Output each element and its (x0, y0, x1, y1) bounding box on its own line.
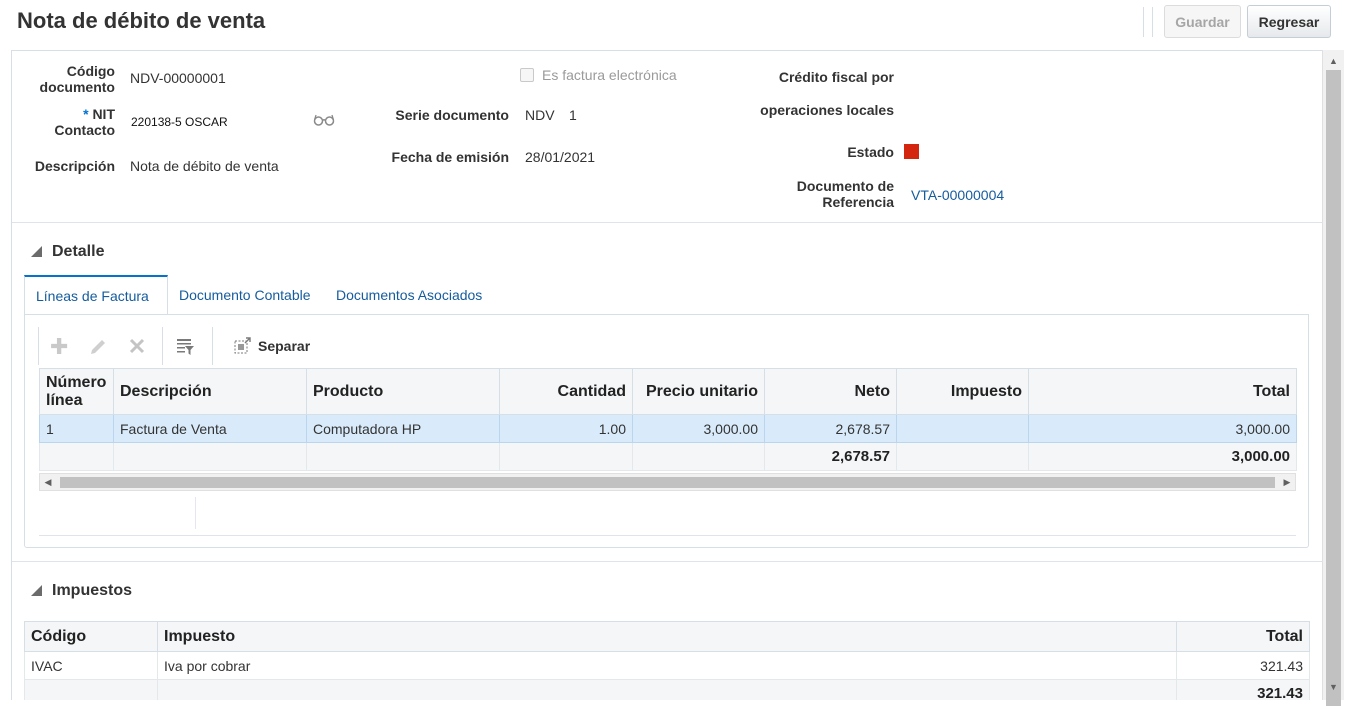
docref-label: Documento de Referencia (796, 178, 894, 210)
serie-label: Serie documento (395, 107, 509, 123)
col-precio-unitario[interactable]: Precio unitario (632, 368, 765, 415)
estado-label: Estado (847, 144, 894, 160)
back-button[interactable]: Regresar (1247, 5, 1331, 38)
col-producto[interactable]: Producto (306, 368, 500, 415)
toolbar-divider (212, 327, 213, 365)
descripcion-label: Descripción (34, 158, 115, 174)
separar-button[interactable]: Separar (258, 338, 310, 354)
impuestos-total: 321.43 (1176, 679, 1310, 700)
total-neto: 2,678.57 (764, 442, 897, 471)
impuestos-title: Impuestos (52, 582, 133, 599)
cell-descripcion: Factura de Venta (113, 414, 307, 443)
scroll-thumb[interactable] (60, 477, 1275, 488)
totals-row: 321.43 (24, 679, 1310, 700)
scroll-thumb[interactable] (1326, 70, 1341, 706)
header-divider (1152, 7, 1153, 37)
toolbar-divider (162, 327, 163, 365)
cell-codigo: IVAC (24, 651, 158, 680)
col-total[interactable]: Total (1028, 368, 1297, 415)
codigo-value: NDV-00000001 (130, 70, 226, 86)
table-row[interactable]: IVAC Iva por cobrar 321.43 (24, 651, 1310, 680)
credito-label-line1: Crédito fiscal por (778, 69, 894, 85)
docref-link[interactable]: VTA-00000004 (911, 187, 1004, 203)
lineas-factura-panel: ✚ Separar Número línea Descripción Produ… (24, 314, 1309, 548)
detalle-title: Detalle (52, 243, 105, 260)
cell-cantidad: 1.00 (499, 414, 633, 443)
col-numero-linea[interactable]: Número línea (39, 368, 114, 415)
col-impuesto[interactable]: Impuesto (896, 368, 1029, 415)
tab-documentos-asociados[interactable]: Documentos Asociados (325, 275, 493, 315)
toolbar-divider (38, 327, 39, 365)
section-divider (12, 561, 1322, 562)
serie-number: 1 (569, 107, 577, 123)
factura-electronica-checkbox[interactable] (520, 68, 534, 82)
required-marker: * (83, 106, 89, 122)
plus-icon[interactable]: ✚ (50, 336, 68, 358)
nit-value[interactable]: 220138-5 OSCAR (131, 114, 228, 130)
main-panel: Código documento NDV-00000001 * NIT Cont… (11, 50, 1322, 700)
collapse-triangle-icon[interactable] (31, 585, 42, 596)
serie-value: NDV (525, 107, 555, 123)
credito-label-line2: operaciones locales (760, 102, 894, 118)
cell-precio: 3,000.00 (632, 414, 765, 443)
total-total: 3,000.00 (1028, 442, 1297, 471)
cell-impuesto: Iva por cobrar (157, 651, 1177, 680)
impuestos-section-header[interactable]: Impuestos (31, 582, 132, 600)
cell-total: 321.43 (1176, 651, 1310, 680)
x-icon[interactable] (128, 337, 146, 358)
horizontal-scrollbar[interactable]: ◀ ▶ (39, 473, 1296, 491)
col-impuesto[interactable]: Impuesto (157, 621, 1177, 652)
nit-label: * NIT Contacto (22, 106, 115, 138)
lineas-table: Número línea Descripción Producto Cantid… (39, 368, 1297, 471)
pencil-icon[interactable] (88, 337, 108, 360)
collapse-triangle-icon[interactable] (31, 246, 42, 257)
scroll-down-icon[interactable]: ▼ (1323, 678, 1344, 696)
page-title: Nota de débito de venta (17, 8, 266, 33)
glasses-icon[interactable] (313, 113, 335, 127)
header-divider (1143, 7, 1144, 37)
scroll-left-icon[interactable]: ◀ (40, 474, 56, 490)
save-button[interactable]: Guardar (1164, 5, 1241, 38)
fecha-label: Fecha de emisión (391, 149, 509, 165)
scroll-right-icon[interactable]: ▶ (1279, 474, 1295, 490)
cell-impuesto (896, 414, 1029, 443)
col-descripcion[interactable]: Descripción (113, 368, 307, 415)
estado-indicator (904, 144, 919, 159)
col-total[interactable]: Total (1176, 621, 1310, 652)
descripcion-value: Nota de débito de venta (130, 158, 279, 174)
factura-electronica-label: Es factura electrónica (542, 67, 677, 83)
cell-producto: Computadora HP (306, 414, 500, 443)
cell-neto: 2,678.57 (764, 414, 897, 443)
section-divider (12, 222, 1322, 223)
impuestos-table: Código Impuesto Total IVAC Iva por cobra… (24, 621, 1310, 700)
footer-divider (195, 497, 196, 529)
col-cantidad[interactable]: Cantidad (499, 368, 633, 415)
table-row[interactable]: 1 Factura de Venta Computadora HP 1.00 3… (39, 414, 1297, 443)
detalle-section-header[interactable]: Detalle (31, 243, 104, 261)
tab-lineas-factura[interactable]: Líneas de Factura (24, 275, 168, 315)
cell-numero: 1 (39, 414, 114, 443)
filter-icon[interactable] (175, 337, 195, 360)
col-codigo[interactable]: Código (24, 621, 158, 652)
codigo-label: Código documento (39, 63, 115, 95)
fecha-value: 28/01/2021 (525, 149, 596, 165)
footer-line (39, 535, 1296, 536)
scroll-up-icon[interactable]: ▲ (1323, 52, 1344, 70)
cell-total: 3,000.00 (1028, 414, 1297, 443)
totals-row: 2,678.57 3,000.00 (39, 442, 1297, 471)
detach-icon[interactable] (232, 336, 252, 359)
col-neto[interactable]: Neto (764, 368, 897, 415)
tab-documento-contable[interactable]: Documento Contable (168, 275, 322, 315)
vertical-scrollbar[interactable]: ▲ ▼ (1322, 50, 1344, 706)
